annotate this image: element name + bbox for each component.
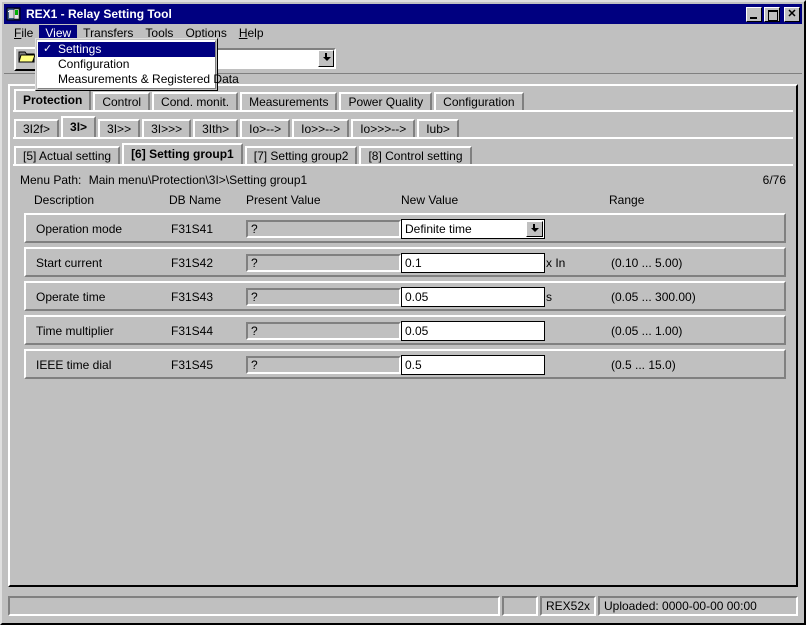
secondary-tab-strip: 3I2f> 3I> 3I>> 3I>>> 3Ith> Io>--> Io>>--… xyxy=(10,115,796,138)
tab-3i[interactable]: 3I> xyxy=(61,116,97,137)
col-new-value: New Value xyxy=(401,193,459,207)
tab-protection[interactable]: Protection xyxy=(14,89,92,110)
table-row: Start current F31S42 ? 0.1 x In (0.10 ..… xyxy=(24,247,786,277)
tertiary-tab-strip: [5] Actual setting [6] Setting group1 [7… xyxy=(10,142,796,165)
table-row: Operation mode F31S41 ? Definite time xyxy=(24,213,786,243)
row-new-value-input[interactable]: 0.1 xyxy=(401,253,545,273)
status-blank xyxy=(502,596,538,616)
tab-3i-gt3[interactable]: 3I>>> xyxy=(142,119,192,138)
tab-measurements[interactable]: Measurements xyxy=(240,92,338,111)
status-device: REX52x xyxy=(540,596,596,616)
row-present-value: ? xyxy=(246,288,401,306)
menu-path-value: Main menu\Protection\3I>\Setting group1 xyxy=(88,173,308,187)
row-present-value: ? xyxy=(246,220,401,238)
status-message xyxy=(8,596,500,616)
primary-tab-divider xyxy=(13,110,793,113)
dropdown-arrow-icon[interactable] xyxy=(526,221,543,237)
minimize-button[interactable] xyxy=(746,6,762,22)
tab-control[interactable]: Control xyxy=(93,92,151,111)
row-description: Operate time xyxy=(36,290,106,304)
row-db-name: F31S45 xyxy=(171,358,214,372)
secondary-tab-divider xyxy=(13,137,793,140)
view-dropdown-menu: ✓ Settings Configuration Measurements & … xyxy=(35,38,239,91)
client-area: Protection Control Cond. monit. Measurem… xyxy=(8,84,798,587)
tab-io-gt3[interactable]: Io>>>--> xyxy=(351,119,416,138)
row-range: (0.10 ... 5.00) xyxy=(611,256,683,270)
row-new-value-combo[interactable]: Definite time xyxy=(401,219,545,239)
close-icon: ✕ xyxy=(787,7,797,20)
table-row: Operate time F31S43 ? 0.05 s (0.05 ... 3… xyxy=(24,281,786,311)
row-range: (0.5 ... 15.0) xyxy=(611,358,676,372)
menu-item-measurements-label: Measurements & Registered Data xyxy=(58,72,239,86)
row-unit: x In xyxy=(546,256,566,270)
menu-path-label: Menu Path: xyxy=(20,173,82,187)
menu-item-configuration[interactable]: Configuration xyxy=(38,57,215,72)
settings-list: Operation mode F31S41 ? Definite time St… xyxy=(24,213,786,379)
tab-power-quality[interactable]: Power Quality xyxy=(339,92,433,111)
tertiary-tab-divider xyxy=(13,164,793,167)
tab-io-gt2[interactable]: Io>>--> xyxy=(292,119,350,138)
row-range: (0.05 ... 300.00) xyxy=(611,290,696,304)
row-db-name: F31S41 xyxy=(171,222,214,236)
row-new-value-text: Definite time xyxy=(405,222,472,236)
record-counter: 6/76 xyxy=(762,173,786,187)
tab-io[interactable]: Io>--> xyxy=(240,119,291,138)
row-db-name: F31S43 xyxy=(171,290,214,304)
status-bar: REX52x Uploaded: 0000-00-00 00:00 xyxy=(8,595,798,617)
row-description: Time multiplier xyxy=(36,324,114,338)
row-description: IEEE time dial xyxy=(36,358,112,372)
row-description: Operation mode xyxy=(36,222,123,236)
col-db-name: DB Name xyxy=(169,193,222,207)
tab-3i2f[interactable]: 3I2f> xyxy=(14,119,60,138)
col-present-value: Present Value xyxy=(246,193,321,207)
tab-3ith[interactable]: 3Ith> xyxy=(193,119,239,138)
title-bar: REX1 - Relay Setting Tool ✕ xyxy=(4,4,802,24)
menu-item-settings[interactable]: ✓ Settings xyxy=(38,42,215,57)
tab-actual-setting[interactable]: [5] Actual setting xyxy=(14,146,121,165)
tab-iub[interactable]: Iub> xyxy=(417,119,459,138)
menu-item-configuration-label: Configuration xyxy=(58,57,130,71)
row-range: (0.05 ... 1.00) xyxy=(611,324,683,338)
column-headers: Description DB Name Present Value New Va… xyxy=(24,193,786,209)
application-window: REX1 - Relay Setting Tool ✕ File View Tr… xyxy=(0,0,806,625)
tab-cond-monit[interactable]: Cond. monit. xyxy=(152,92,239,111)
menu-help[interactable]: Help xyxy=(233,25,270,42)
dropdown-arrow-icon[interactable] xyxy=(318,50,334,67)
menu-path-text: Menu Path: Main menu\Protection\3I>\Sett… xyxy=(20,173,307,187)
maximize-button[interactable] xyxy=(764,6,780,22)
col-range: Range xyxy=(609,193,645,207)
close-button[interactable]: ✕ xyxy=(784,6,800,22)
row-db-name: F31S42 xyxy=(171,256,214,270)
table-row: IEEE time dial F31S45 ? 0.5 (0.5 ... 15.… xyxy=(24,349,786,379)
row-new-value-input[interactable]: 0.05 xyxy=(401,287,545,307)
row-unit: s xyxy=(546,290,552,304)
tab-setting-group2[interactable]: [7] Setting group2 xyxy=(244,146,358,165)
row-new-value-input[interactable]: 0.5 xyxy=(401,355,545,375)
window-title: REX1 - Relay Setting Tool xyxy=(26,7,172,21)
primary-tab-strip: Protection Control Cond. monit. Measurem… xyxy=(10,88,796,111)
tab-3i-gt2[interactable]: 3I>> xyxy=(98,119,141,138)
menu-item-settings-label: Settings xyxy=(58,42,102,56)
relay-device-icon xyxy=(6,6,22,22)
menu-path-bar: Menu Path: Main menu\Protection\3I>\Sett… xyxy=(20,172,786,188)
row-new-value-input[interactable]: 0.05 xyxy=(401,321,545,341)
col-description: Description xyxy=(34,193,95,207)
tab-setting-group1[interactable]: [6] Setting group1 xyxy=(122,143,243,164)
row-present-value: ? xyxy=(246,254,401,272)
check-icon: ✓ xyxy=(43,43,53,55)
row-present-value: ? xyxy=(246,356,401,374)
row-db-name: F31S44 xyxy=(171,324,214,338)
tab-control-setting[interactable]: [8] Control setting xyxy=(359,146,472,165)
window-controls: ✕ xyxy=(746,6,800,22)
table-row: Time multiplier F31S44 ? 0.05 (0.05 ... … xyxy=(24,315,786,345)
open-folder-icon xyxy=(17,49,36,69)
status-uploaded: Uploaded: 0000-00-00 00:00 xyxy=(598,596,798,616)
tab-configuration[interactable]: Configuration xyxy=(434,92,524,111)
menu-item-measurements-registered-data[interactable]: Measurements & Registered Data xyxy=(38,72,239,87)
row-present-value: ? xyxy=(246,322,401,340)
row-description: Start current xyxy=(36,256,103,270)
